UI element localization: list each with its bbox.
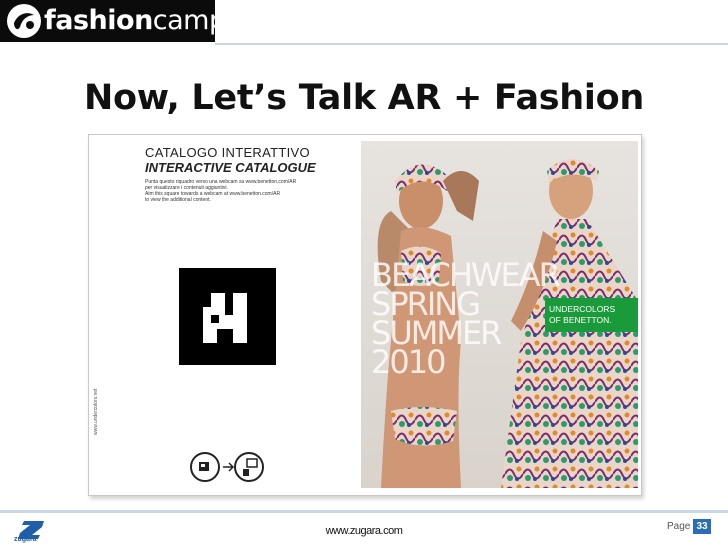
side-url: www.undercolors.net (93, 388, 99, 435)
fashioncamp-logo: fashioncamp (0, 0, 226, 42)
tag-line: OF BENETTON. (549, 315, 612, 325)
page-number-badge: 33 (693, 519, 711, 534)
page-label: Page (667, 521, 691, 532)
undercolors-tag: UNDERCOLORS OF BENETTON. (545, 298, 638, 332)
ar-marker-pattern-icon (203, 293, 247, 343)
logo-text: fashioncamp (44, 5, 226, 36)
catalogue-title-it: CATALOGO INTERATTIVO (145, 145, 310, 160)
header-rule (215, 43, 728, 45)
ad-headline-line: 2010 (371, 343, 446, 381)
webcam-instruction-icon (190, 452, 264, 482)
catalogue-image: CATALOGO INTERATTIVO INTERACTIVE CATALOG… (88, 134, 642, 496)
instruction-line: to view the additional content. (145, 197, 211, 203)
footer-url: www.zugara.com (325, 525, 403, 537)
ad-headline: BEACHWEAR SPRING SUMMER 2010 (371, 259, 561, 381)
catalogue-title-en: INTERACTIVE CATALOGUE (145, 160, 316, 175)
ar-marker (179, 268, 276, 365)
tag-line: UNDERCOLORS (549, 304, 616, 314)
zugara-brand: zugara (14, 536, 37, 543)
footer-rule (0, 510, 728, 513)
slide-title: Now, Let’s Talk AR + Fashion (84, 78, 644, 118)
fashioncamp-emblem-icon (7, 4, 41, 38)
catalogue-cover-photo: BEACHWEAR SPRING SUMMER 2010 UNDERCOLORS… (361, 141, 638, 488)
catalogue-left-page: CATALOGO INTERATTIVO INTERACTIVE CATALOG… (89, 135, 359, 495)
